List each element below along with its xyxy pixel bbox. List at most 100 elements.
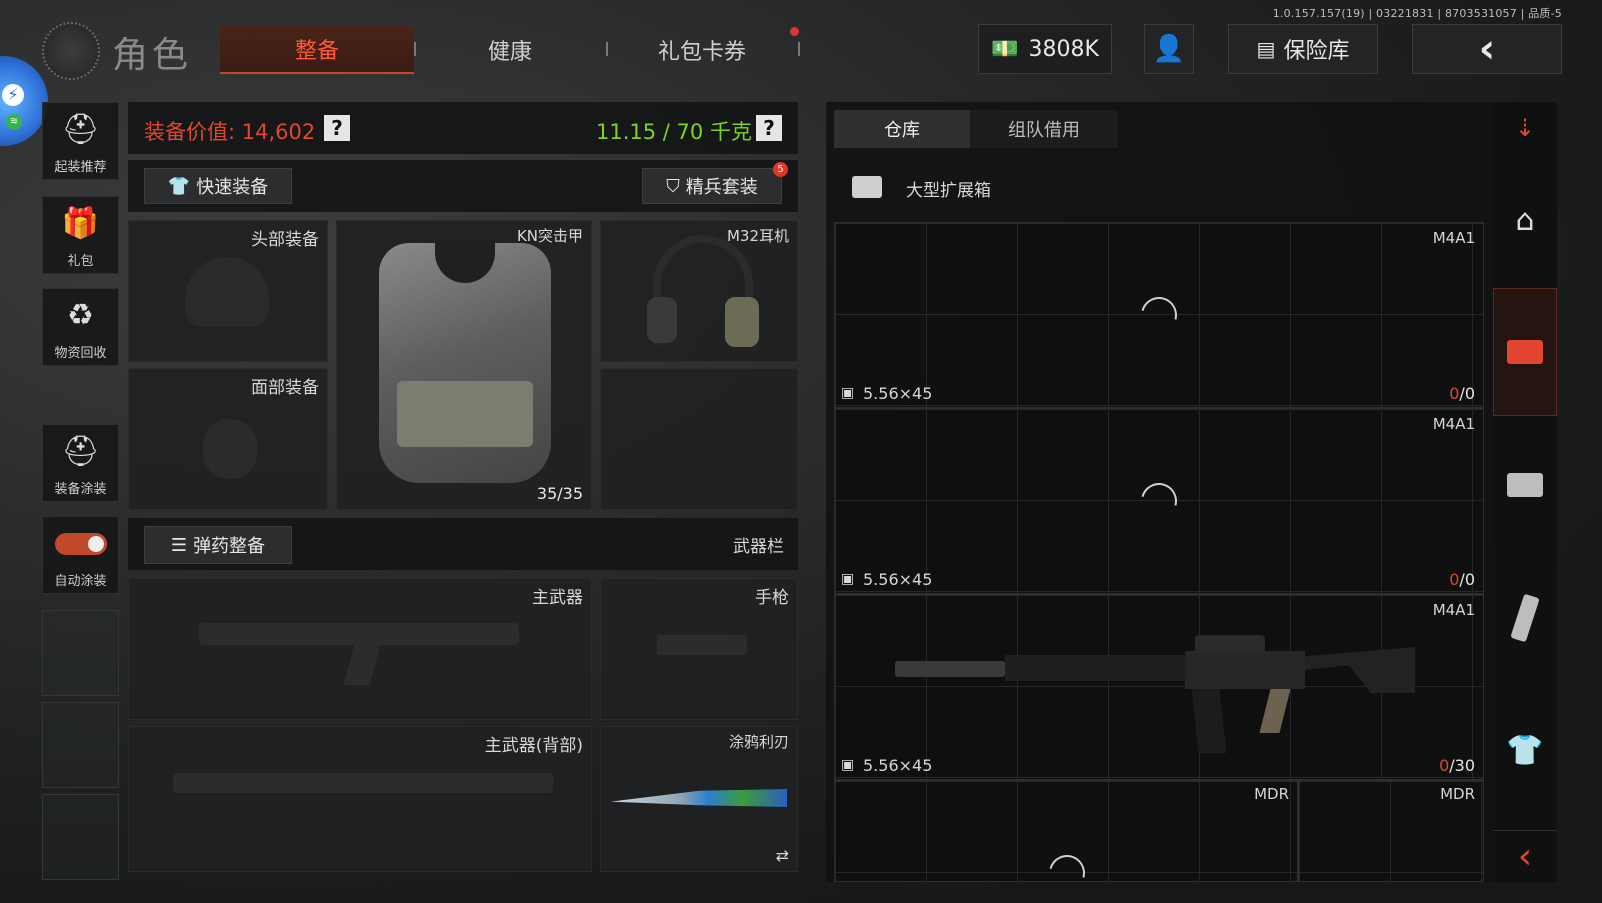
quick-equip-label: 快速装备 (196, 177, 269, 198)
container-icon (852, 176, 882, 198)
trader-button[interactable]: 👤 (1144, 24, 1194, 74)
container-tab-active[interactable] (1493, 288, 1557, 416)
vault-label: 保险库 (1283, 39, 1350, 64)
wifi-icon: ≋ (6, 114, 22, 130)
elite-set-label: 精兵套装 (685, 177, 758, 198)
magazine-icon (1510, 593, 1540, 643)
main-weapon-slot[interactable]: 主武器 (128, 578, 592, 720)
tab-equip[interactable]: 整备 (220, 26, 414, 74)
item-name: MDR (1254, 785, 1289, 803)
game-screen: 1.0.157.157(19) | 03221831 | 8703531057 … (0, 0, 1602, 903)
ammo-type: 5.56×45 (863, 756, 933, 775)
empty-gear-slot[interactable] (600, 368, 798, 510)
melee-label: 涂鸦利刃 (728, 733, 789, 751)
container-tab[interactable] (1493, 450, 1557, 520)
item-name: M4A1 (1432, 415, 1475, 433)
value-help-icon[interactable]: ? (324, 115, 350, 141)
m4a1-rifle-icon (895, 635, 1425, 757)
ammo-count: 0/0 (1449, 570, 1475, 589)
weapon-bar-header: ☰ 弹药整备 武器栏 (128, 518, 798, 570)
ammo-count: 0/0 (1449, 384, 1475, 403)
headset-icon (647, 235, 759, 347)
rail-label: 起装推荐 (54, 160, 107, 175)
warehouse-item[interactable]: M4A1 ▣ 5.56×45 0/0 (834, 408, 1484, 594)
rail-gift[interactable]: 🎁 礼包 (42, 196, 119, 274)
toggle-knob (87, 535, 104, 552)
warehouse-item[interactable]: M4A1 ▣ 5.56×45 0/0 (834, 222, 1484, 408)
notification-dot (790, 27, 799, 36)
back-button[interactable]: ‹ (1412, 24, 1562, 74)
magazine-tab[interactable] (1493, 580, 1557, 656)
page-title: 角色 (112, 35, 193, 76)
rail-loadout-recommend[interactable]: ⛑ 起装推荐 (42, 102, 119, 180)
loading-spinner-icon (1134, 476, 1184, 526)
vest-neck-cutout (435, 239, 495, 283)
vault-icon: ▤ (1256, 37, 1276, 61)
elite-set-button[interactable]: ⛉ 精兵套装 (642, 168, 782, 204)
gray-container-icon (1507, 473, 1543, 497)
ammo-loaded: 0 (1439, 756, 1450, 775)
quick-equip-button[interactable]: 👕 快速装备 (144, 168, 292, 204)
ammo-prep-button[interactable]: ☰ 弹药整备 (144, 526, 292, 564)
currency-display[interactable]: 💵 3808K (978, 24, 1112, 74)
toggle-container (54, 517, 107, 570)
chevron-left-icon: ‹ (1478, 26, 1496, 72)
rail-empty-slot (42, 610, 119, 696)
armor-slot[interactable]: KN突击甲 35/35 (336, 220, 592, 510)
main-weapon-label: 主武器 (532, 588, 583, 608)
elite-set-badge: 5 (773, 162, 788, 177)
warehouse-item[interactable]: MDR (834, 780, 1298, 898)
paint-helmet-icon: ⛑ (61, 434, 100, 469)
ammo-list-icon: ☰ (170, 534, 188, 556)
home-icon[interactable]: ⌂ (1493, 190, 1557, 250)
vault-button[interactable]: ▤ 保险库 (1228, 24, 1378, 74)
shirt-icon: 👕 (1506, 732, 1544, 768)
rail-empty-slot (42, 794, 119, 880)
chevron-left-icon: ‹ (1517, 836, 1533, 877)
ammo-type: 5.56×45 (863, 384, 933, 403)
warehouse-item[interactable]: MDR (1298, 780, 1484, 882)
equipment-summary: 装备价值: 14,602 ? 11.15 / 70 千克 ? (128, 102, 798, 154)
red-container-icon (1507, 340, 1543, 364)
trader-icon: 👤 (1152, 34, 1186, 64)
rail-auto-paint[interactable]: 自动涂装 (42, 516, 119, 594)
pistol-slot[interactable]: 手枪 (600, 578, 798, 720)
currency-amount: 3808K (1028, 36, 1099, 62)
rail-paint[interactable]: ⛑ 装备涂装 (42, 424, 119, 502)
cash-icon: 💵 (991, 36, 1019, 62)
clothing-tab[interactable]: 👕 (1493, 712, 1557, 788)
melee-slot[interactable]: 涂鸦利刃 ⇄ (600, 726, 798, 872)
toggle-icon[interactable] (54, 532, 107, 555)
tab-warehouse[interactable]: 仓库 (834, 110, 970, 148)
version-info: 1.0.157.157(19) | 03221831 | 8703531057 … (1272, 7, 1562, 20)
tab-team-borrow[interactable]: 组队借用 (970, 110, 1118, 148)
weight-help-icon[interactable]: ? (756, 115, 782, 141)
sort-icon[interactable]: ⇣ (1493, 106, 1557, 150)
tab-gift-coupons[interactable]: 礼包卡券 (612, 26, 792, 74)
container-name[interactable]: 大型扩展箱 (906, 176, 991, 201)
armor-durability: 35/35 (536, 484, 583, 503)
headset-slot[interactable]: M32耳机 (600, 220, 798, 362)
loading-spinner-icon (1134, 290, 1184, 340)
back-weapon-slot[interactable]: 主武器(背部) (128, 726, 592, 872)
character-emblem-icon (42, 22, 100, 80)
ammo-capacity: /0 (1459, 384, 1475, 403)
lightning-icon: ⚡ (2, 84, 24, 106)
ammo-type: 5.56×45 (863, 570, 933, 589)
face-slot-label: 面部装备 (251, 378, 319, 398)
rifle-scope (1195, 635, 1265, 653)
warehouse-item[interactable]: M4A1 ▣ 5.56×45 0/30 (834, 594, 1484, 780)
head-slot[interactable]: 头部装备 (128, 220, 328, 362)
swap-icon[interactable]: ⇄ (776, 846, 789, 865)
rifle-back-placeholder-icon (173, 773, 553, 793)
tab-health[interactable]: 健康 (420, 26, 600, 74)
rifle-placeholder-icon (199, 623, 519, 645)
rail-empty-slot (42, 702, 119, 788)
rail-recycle[interactable]: ♻ 物资回收 (42, 288, 119, 366)
collapse-button[interactable]: ‹ (1493, 830, 1557, 882)
face-slot[interactable]: 面部装备 (128, 368, 328, 510)
headset-slot-label: M32耳机 (726, 227, 789, 245)
rail-label: 物资回收 (54, 346, 107, 361)
rifle-handguard (1005, 655, 1185, 681)
assistant-bubble[interactable]: ⚡ ≋ (0, 56, 48, 146)
